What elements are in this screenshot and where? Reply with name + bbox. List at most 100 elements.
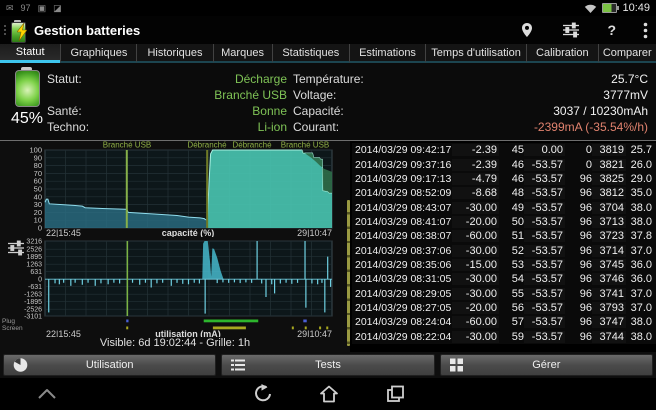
utilisation-button[interactable]: Utilisation: [3, 354, 216, 376]
table-row[interactable]: 2014/03/29 08:52:09-8.6848-53.5796381235…: [352, 186, 656, 200]
capacity-chart[interactable]: 1009080706050403020100Branché USBDébranc…: [0, 141, 350, 237]
table-cell: 50: [499, 216, 524, 228]
table-row[interactable]: 2014/03/29 08:22:04-30.0059-53.579637443…: [352, 329, 656, 343]
table-row[interactable]: 2014/03/29 09:37:16-2.3946-53.570382126.…: [352, 157, 656, 171]
table-cell: -20.00: [452, 302, 499, 314]
usage-chart[interactable]: 32162526189512636310-631-1263-1895-2526-…: [0, 237, 350, 337]
hide-bar-chevron-icon[interactable]: [36, 383, 58, 405]
table-cell: 38.0: [626, 331, 656, 343]
tab-graphiques[interactable]: Graphiques: [60, 44, 136, 63]
gallery-icon: ▣: [38, 3, 47, 14]
svg-text:Débranché: Débranché: [187, 141, 227, 150]
status-value: 3777mV: [603, 88, 648, 102]
tab-calibration[interactable]: Calibration: [526, 44, 598, 63]
tests-button[interactable]: Tests: [221, 354, 434, 376]
bottom-button-bar: Utilisation Tests Gérer: [0, 352, 656, 378]
table-scrollbar[interactable]: [347, 200, 350, 346]
pie-chart-icon: [13, 358, 28, 373]
tab-historiques[interactable]: Historiques: [136, 44, 212, 63]
table-row[interactable]: 2014/03/29 08:27:05-20.0056-53.579637933…: [352, 301, 656, 315]
location-pin-icon[interactable]: [519, 22, 535, 38]
table-cell: 29.0: [626, 173, 656, 185]
svg-text:-1263: -1263: [24, 292, 42, 299]
table-cell: -30.00: [452, 202, 499, 214]
table-cell: 2014/03/29 08:22:04: [352, 331, 452, 343]
table-cell: -2.39: [452, 144, 499, 156]
table-cell: 3819: [592, 144, 626, 156]
table-cell: 2014/03/29 08:43:07: [352, 202, 452, 214]
screen: ✉ 97 ▣ ◪ 10:49 Gestion batteries: [0, 0, 656, 410]
table-row[interactable]: 2014/03/29 09:17:13-4.7946-53.5796382529…: [352, 172, 656, 186]
status-row: Statut: Décharge Température: 25.7°C: [0, 72, 656, 88]
table-cell: -30.00: [452, 288, 499, 300]
charts-panel[interactable]: 1009080706050403020100Branché USBDébranc…: [0, 141, 350, 353]
chart-settings-icon[interactable]: [7, 240, 25, 261]
button-label: Utilisation: [86, 359, 134, 371]
status-label: Santé:: [47, 104, 82, 118]
table-cell: 25.7: [626, 144, 656, 156]
table-cell: 3821: [592, 159, 626, 171]
table-row[interactable]: 2014/03/29 08:35:06-15.0053-53.579637453…: [352, 258, 656, 272]
drawer-handle-icon[interactable]: [4, 25, 6, 35]
table-cell: 2014/03/29 09:37:16: [352, 159, 452, 171]
visible-range-label: Visible: 6d 19:02:44 - Grille: 1h: [0, 337, 350, 349]
table-cell: -8.68: [452, 187, 499, 199]
tab-marques[interactable]: Marques: [213, 44, 272, 63]
table-row[interactable]: 2014/03/29 08:24:04-60.0057-53.579637473…: [352, 315, 656, 329]
tab-bar: StatutGraphiquesHistoriquesMarquesStatis…: [0, 44, 656, 63]
table-cell: 2014/03/29 08:24:04: [352, 316, 452, 328]
status-value: 25.7°C: [611, 72, 648, 86]
tab-comparer[interactable]: Comparer: [598, 44, 656, 63]
list-icon: [231, 359, 245, 372]
table-cell: -4.79: [452, 173, 499, 185]
table-cell: 46: [499, 173, 524, 185]
table-cell: 3793: [592, 302, 626, 314]
system-status-icons: 10:49: [584, 2, 650, 14]
gerer-button[interactable]: Gérer: [440, 354, 653, 376]
table-cell: -53.57: [524, 202, 565, 214]
current-value: -2399mA (-35.54%/h): [534, 120, 648, 134]
overflow-menu-icon[interactable]: [643, 22, 648, 39]
table-cell: 55: [499, 288, 524, 300]
tab-temps-d-utilisation[interactable]: Temps d'utilisation: [425, 44, 526, 63]
svg-text:-3101: -3101: [24, 314, 42, 321]
table-cell: 48: [499, 187, 524, 199]
svg-text:22|15:45: 22|15:45: [46, 329, 81, 337]
table-cell: -53.57: [524, 331, 565, 343]
table-row[interactable]: 2014/03/29 08:29:05-30.0055-53.579637413…: [352, 286, 656, 300]
table-row[interactable]: 2014/03/29 09:42:17-2.39450.000381925.7: [352, 143, 656, 157]
table-cell: 96: [565, 316, 592, 328]
table-cell: 3746: [592, 273, 626, 285]
table-row[interactable]: 2014/03/29 08:43:07-30.0049-53.579637043…: [352, 200, 656, 214]
help-icon[interactable]: ?: [607, 22, 616, 38]
recent-apps-icon[interactable]: [384, 383, 406, 405]
table-cell: 37.0: [626, 245, 656, 257]
table-cell: 2014/03/29 08:52:09: [352, 187, 452, 199]
table-cell: 3723: [592, 230, 626, 242]
status-value: Li-ion: [120, 120, 287, 134]
table-row[interactable]: 2014/03/29 08:31:05-30.0054-53.579637463…: [352, 272, 656, 286]
table-cell: -53.57: [524, 159, 565, 171]
table-cell: -53.57: [524, 302, 565, 314]
svg-text:utilisation (mA): utilisation (mA): [155, 329, 221, 337]
table-cell: -15.00: [452, 259, 499, 271]
history-table: 2014/03/29 09:42:17-2.39450.000381925.72…: [352, 143, 656, 344]
table-cell: 96: [565, 173, 592, 185]
tab-estimations[interactable]: Estimations: [349, 44, 425, 63]
table-row[interactable]: 2014/03/29 08:38:07-60.0051-53.579637233…: [352, 229, 656, 243]
table-row[interactable]: 2014/03/29 08:41:07-20.0050-53.579637133…: [352, 215, 656, 229]
tab-statut[interactable]: Statut: [0, 44, 60, 63]
tab-statistiques[interactable]: Statistiques: [272, 44, 349, 63]
table-cell: 2014/03/29 08:27:05: [352, 302, 452, 314]
table-cell: 26.0: [626, 159, 656, 171]
home-icon[interactable]: [318, 383, 340, 405]
table-row[interactable]: 2014/03/29 08:37:06-30.0052-53.579637143…: [352, 243, 656, 257]
table-cell: -30.00: [452, 245, 499, 257]
svg-text:0: 0: [38, 224, 42, 233]
back-icon[interactable]: [252, 383, 274, 405]
svg-text:Plug: Plug: [2, 318, 15, 325]
table-cell: 2014/03/29 08:37:06: [352, 245, 452, 257]
tune-icon[interactable]: [562, 22, 580, 38]
table-cell: 96: [565, 230, 592, 242]
status-label: Techno:: [47, 120, 89, 134]
